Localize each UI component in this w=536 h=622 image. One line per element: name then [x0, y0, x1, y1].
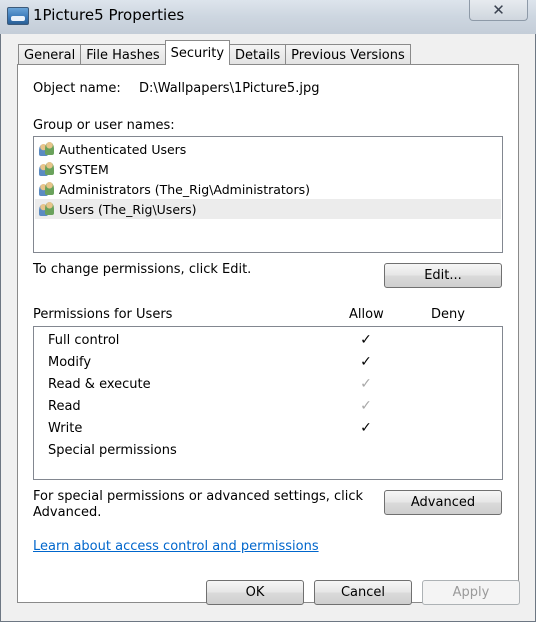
apply-button[interactable]: Apply	[422, 580, 520, 605]
tab-details[interactable]: Details	[229, 44, 287, 65]
group-names-label: Group or user names:	[33, 118, 175, 133]
allow-check-icon: ✓	[360, 332, 372, 348]
users-icon	[39, 202, 55, 216]
user-name: Users (The_Rig\Users)	[59, 201, 197, 217]
tab-strip: General File Hashes Security Details Pre…	[18, 40, 411, 65]
dialog-body: General File Hashes Security Details Pre…	[8, 34, 528, 616]
allow-check-icon: ✓	[360, 420, 372, 436]
advanced-button[interactable]: Advanced	[384, 490, 502, 515]
object-name-value: D:\Wallpapers\1Picture5.jpg	[139, 81, 320, 96]
edit-button[interactable]: Edit...	[384, 263, 502, 288]
users-icon	[39, 182, 55, 196]
object-name-label: Object name:	[33, 81, 121, 96]
tab-previous-versions[interactable]: Previous Versions	[285, 44, 411, 65]
allow-column-header: Allow	[349, 307, 384, 322]
permissions-list[interactable]: Full control ✓ Modify ✓ Read & execute ✓…	[33, 326, 503, 480]
tab-general[interactable]: General	[18, 44, 82, 65]
list-item-administrators[interactable]: Administrators (The_Rig\Administrators)	[35, 179, 501, 199]
close-icon: ✕	[492, 1, 505, 19]
user-name: SYSTEM	[59, 161, 109, 177]
cancel-button[interactable]: Cancel	[314, 580, 412, 605]
close-button[interactable]: ✕	[469, 0, 528, 21]
permission-row-special: Special permissions	[35, 440, 501, 462]
picture-file-icon	[7, 7, 29, 25]
deny-column-header: Deny	[431, 307, 465, 322]
users-icon	[39, 142, 55, 156]
window-title: 1Picture5 Properties	[33, 6, 185, 24]
allow-check-icon: ✓	[360, 376, 372, 392]
list-item-users[interactable]: Users (The_Rig\Users)	[35, 199, 501, 219]
change-permissions-text: To change permissions, click Edit.	[33, 262, 252, 277]
permission-row-modify: Modify ✓	[35, 352, 501, 374]
properties-window: 1Picture5 Properties ✕ General File Hash…	[0, 0, 536, 622]
permission-name: Full control	[48, 333, 120, 348]
users-icon	[39, 162, 55, 176]
permission-row-read-execute: Read & execute ✓	[35, 374, 501, 396]
security-tab-panel: Object name: D:\Wallpapers\1Picture5.jpg…	[17, 64, 519, 603]
tab-file-hashes[interactable]: File Hashes	[80, 44, 166, 65]
permission-name: Read	[48, 399, 81, 414]
permission-name: Write	[48, 421, 83, 436]
permission-row-full-control: Full control ✓	[35, 330, 501, 352]
list-item-system[interactable]: SYSTEM	[35, 159, 501, 179]
user-name: Authenticated Users	[59, 141, 187, 157]
permissions-header: Permissions for Users	[33, 307, 173, 322]
user-list[interactable]: Authenticated Users SYSTEM Administrator…	[33, 136, 503, 253]
permission-name: Special permissions	[48, 443, 177, 458]
permission-row-read: Read ✓	[35, 396, 501, 418]
list-item-authenticated-users[interactable]: Authenticated Users	[35, 139, 501, 159]
title-bar[interactable]: 1Picture5 Properties ✕	[0, 0, 536, 34]
allow-check-icon: ✓	[360, 354, 372, 370]
learn-access-control-link[interactable]: Learn about access control and permissio…	[33, 539, 319, 554]
allow-check-icon: ✓	[360, 398, 372, 414]
special-permissions-line-2: Advanced.	[33, 505, 102, 520]
permission-name: Read & execute	[48, 377, 151, 392]
special-permissions-line-1: For special permissions or advanced sett…	[33, 489, 364, 504]
tab-security[interactable]: Security	[164, 40, 231, 65]
permission-row-write: Write ✓	[35, 418, 501, 440]
user-name: Administrators (The_Rig\Administrators)	[59, 181, 310, 197]
ok-button[interactable]: OK	[206, 580, 304, 605]
special-permissions-text: For special permissions or advanced sett…	[33, 489, 363, 521]
permission-name: Modify	[48, 355, 92, 370]
